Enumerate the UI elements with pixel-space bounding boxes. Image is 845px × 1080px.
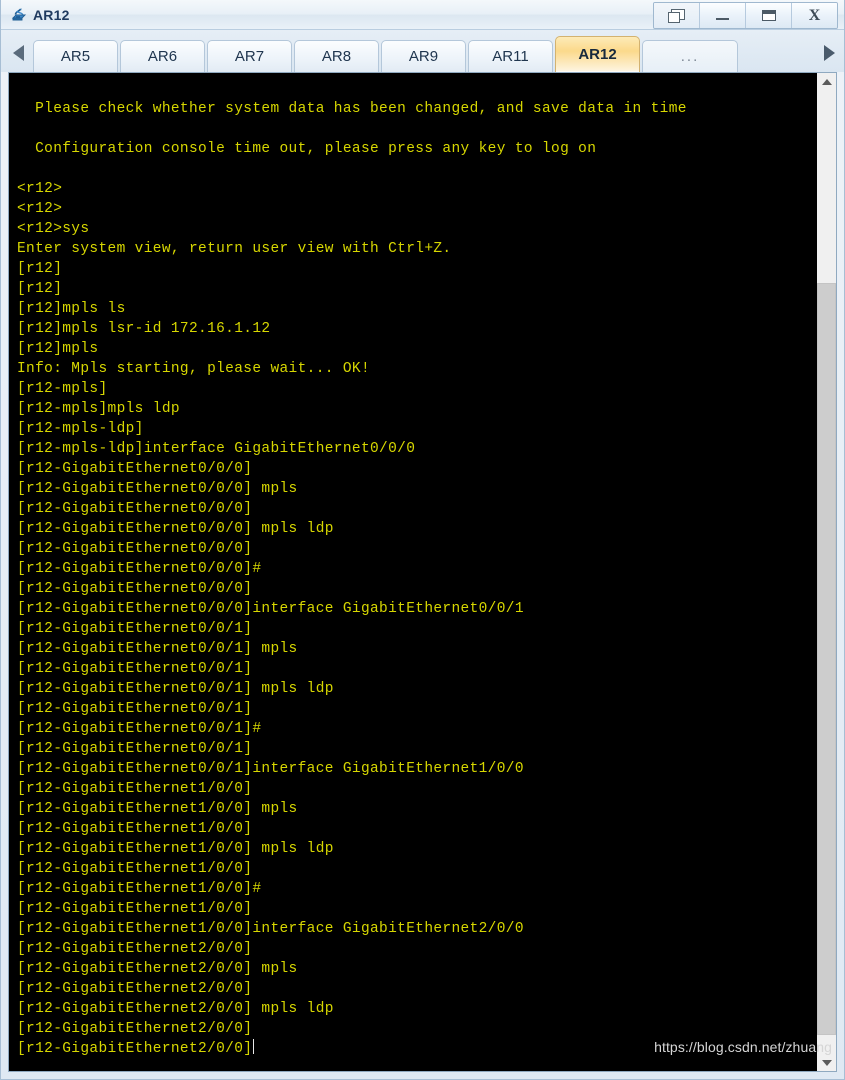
terminal-line: [r12-GigabitEthernet1/0/0] bbox=[17, 861, 253, 877]
terminal-line: [r12-mpls]mpls ldp bbox=[17, 401, 180, 417]
terminal-line: [r12-GigabitEthernet1/0/0]interface Giga… bbox=[17, 921, 524, 937]
tab-label: AR12 bbox=[578, 46, 617, 63]
tab-scroll-left-button[interactable] bbox=[3, 34, 33, 72]
terminal-line: [r12-GigabitEthernet0/0/1]interface Giga… bbox=[17, 761, 524, 777]
scroll-down-button[interactable] bbox=[817, 1054, 836, 1071]
terminal-line: [r12-GigabitEthernet0/0/0] bbox=[17, 501, 253, 517]
tab-label: AR8 bbox=[321, 48, 352, 65]
terminal-output[interactable]: Please check whether system data has bee… bbox=[9, 73, 816, 1071]
terminal-line: [r12-GigabitEthernet1/0/0] bbox=[17, 901, 253, 917]
tab-ar8[interactable]: AR8 bbox=[294, 40, 379, 72]
text-cursor bbox=[253, 1039, 255, 1054]
terminal-line: [r12-GigabitEthernet1/0/0]# bbox=[17, 881, 262, 897]
tab-ar5[interactable]: AR5 bbox=[33, 40, 118, 72]
terminal-line: [r12] bbox=[17, 281, 63, 297]
tab-ar6[interactable]: AR6 bbox=[120, 40, 205, 72]
tab-list: AR5 AR6 AR7 AR8 AR9 AR11 AR12 ... bbox=[33, 34, 738, 72]
terminal-line: <r12>sys bbox=[17, 221, 90, 237]
terminal-window: AR12 X AR5 AR6 AR7 AR8 AR9 AR11 AR12 ...… bbox=[0, 0, 845, 1080]
terminal-line: [r12-GigabitEthernet0/0/0]# bbox=[17, 561, 262, 577]
terminal-line: [r12-GigabitEthernet2/0/0] mpls bbox=[17, 961, 298, 977]
tab-label: AR5 bbox=[60, 48, 91, 65]
terminal-line: [r12-GigabitEthernet2/0/0] bbox=[17, 1021, 253, 1037]
terminal-line: [r12-GigabitEthernet0/0/1] bbox=[17, 741, 253, 757]
terminal-line: [r12-GigabitEthernet0/0/1] bbox=[17, 701, 253, 717]
terminal-line: [r12-GigabitEthernet1/0/0] bbox=[17, 821, 253, 837]
terminal-line: [r12-GigabitEthernet2/0/0] bbox=[17, 981, 253, 997]
terminal-line: [r12-GigabitEthernet1/0/0] mpls ldp bbox=[17, 841, 334, 857]
minimize-icon bbox=[716, 18, 729, 20]
terminal-line: [r12-GigabitEthernet0/0/1] bbox=[17, 661, 253, 677]
terminal-line: Enter system view, return user view with… bbox=[17, 241, 452, 257]
terminal-line: [r12-GigabitEthernet0/0/0] mpls ldp bbox=[17, 521, 334, 537]
tab-label: AR9 bbox=[408, 48, 439, 65]
title-bar: AR12 X bbox=[1, 0, 844, 30]
tab-bar: AR5 AR6 AR7 AR8 AR9 AR11 AR12 ... bbox=[1, 30, 844, 72]
window-title: AR12 bbox=[33, 6, 70, 23]
terminal-line: [r12]mpls bbox=[17, 341, 99, 357]
terminal-line: [r12-GigabitEthernet0/0/1] mpls bbox=[17, 641, 298, 657]
maximize-icon bbox=[761, 10, 776, 21]
terminal-line: [r12-GigabitEthernet2/0/0] bbox=[17, 941, 253, 957]
tab-ar9[interactable]: AR9 bbox=[381, 40, 466, 72]
chevron-down-icon bbox=[821, 1059, 832, 1066]
tab-scroll-right-button[interactable] bbox=[814, 34, 844, 72]
arrow-right-icon bbox=[823, 45, 835, 61]
tab-ar11[interactable]: AR11 bbox=[468, 40, 553, 72]
chevron-up-icon bbox=[821, 78, 832, 85]
router-icon bbox=[9, 5, 29, 25]
scrollbar-thumb[interactable] bbox=[817, 282, 836, 1035]
cascade-button[interactable] bbox=[654, 3, 700, 28]
terminal-line: [r12-mpls-ldp] bbox=[17, 421, 144, 437]
terminal-scrollbar[interactable] bbox=[816, 73, 836, 1071]
tab-ar12[interactable]: AR12 bbox=[555, 36, 640, 72]
terminal-line: Please check whether system data has bee… bbox=[17, 101, 687, 117]
cascade-icon bbox=[668, 8, 685, 23]
terminal-line: Configuration console time out, please p… bbox=[17, 141, 597, 157]
minimize-button[interactable] bbox=[700, 3, 746, 28]
terminal-line: [r12-mpls] bbox=[17, 381, 108, 397]
terminal-line: [r12-GigabitEthernet2/0/0] mpls ldp bbox=[17, 1001, 334, 1017]
scrollbar-track[interactable] bbox=[817, 90, 836, 1054]
maximize-button[interactable] bbox=[746, 3, 792, 28]
close-icon: X bbox=[808, 6, 821, 24]
tab-more[interactable]: ... bbox=[642, 40, 738, 72]
terminal-line: Info: Mpls starting, please wait... OK! bbox=[17, 361, 371, 377]
terminal-line: [r12-mpls-ldp]interface GigabitEthernet0… bbox=[17, 441, 416, 457]
tab-label: ... bbox=[680, 48, 700, 65]
tab-label: AR7 bbox=[234, 48, 265, 65]
terminal-line: [r12-GigabitEthernet0/0/1] mpls ldp bbox=[17, 681, 334, 697]
close-button[interactable]: X bbox=[792, 3, 837, 28]
terminal-line: [r12]mpls ls bbox=[17, 301, 126, 317]
window-controls: X bbox=[653, 2, 838, 29]
terminal-line: [r12-GigabitEthernet0/0/0] bbox=[17, 461, 253, 477]
terminal-line: [r12]mpls lsr-id 172.16.1.12 bbox=[17, 321, 271, 337]
terminal-line: [r12-GigabitEthernet0/0/1]# bbox=[17, 721, 262, 737]
terminal-line: [r12-GigabitEthernet0/0/0] mpls bbox=[17, 481, 298, 497]
tab-label: AR6 bbox=[147, 48, 178, 65]
terminal-line: [r12-GigabitEthernet0/0/1] bbox=[17, 621, 253, 637]
terminal-line: [r12] bbox=[17, 261, 63, 277]
terminal-line: [r12-GigabitEthernet0/0/0] bbox=[17, 541, 253, 557]
terminal-line: [r12-GigabitEthernet0/0/0] bbox=[17, 581, 253, 597]
terminal-line: <r12> bbox=[17, 181, 63, 197]
terminal-line: [r12-GigabitEthernet0/0/0]interface Giga… bbox=[17, 601, 524, 617]
terminal-line: [r12-GigabitEthernet1/0/0] bbox=[17, 781, 253, 797]
terminal-line: [r12-GigabitEthernet1/0/0] mpls bbox=[17, 801, 298, 817]
tab-ar7[interactable]: AR7 bbox=[207, 40, 292, 72]
terminal-area: Please check whether system data has bee… bbox=[8, 72, 837, 1072]
arrow-left-icon bbox=[12, 45, 24, 61]
terminal-line: <r12> bbox=[17, 201, 63, 217]
scroll-up-button[interactable] bbox=[817, 73, 836, 90]
tab-label: AR11 bbox=[492, 48, 529, 65]
watermark-text: https://blog.csdn.net/zhuang bbox=[654, 1039, 832, 1055]
